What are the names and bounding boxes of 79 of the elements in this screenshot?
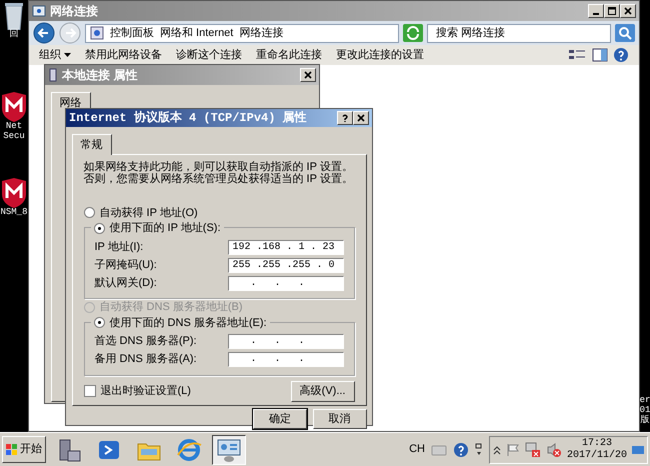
ip-address-field[interactable]: . . . [228,352,344,368]
toolbar-button[interactable]: 重命名此连接 [256,46,322,64]
toolbar-button[interactable]: 禁用此网络设备 [84,46,162,64]
radio-label: 使用下面的 IP 地址(S): [110,221,221,236]
start-button[interactable]: 开始 [2,436,46,463]
ip-address-field[interactable]: . . . [228,334,344,350]
shield-icon [0,92,28,122]
help-icon[interactable] [452,442,469,458]
radio-button[interactable] [94,317,104,328]
shield-icon [0,178,28,208]
close-icon [624,7,632,15]
close-button[interactable] [620,4,636,18]
help-button[interactable] [337,111,353,125]
restore-icon[interactable] [474,442,483,458]
toolbar-button[interactable]: 组织 [39,46,71,64]
network-error-icon[interactable] [524,442,541,458]
toolbar-button[interactable]: 更改此连接的设置 [336,46,424,64]
desktop-icon-label[interactable]: 01 [640,406,650,416]
field-label: 子网掩码(U): [94,258,157,273]
radio-button[interactable] [94,222,104,234]
desktop-icon-label[interactable]: 版 [640,416,650,426]
address-bar[interactable]: 控制面板 网络和 Internet 网络连接 [85,24,399,42]
language-indicator[interactable]: CH [409,441,425,458]
control-panel-icon [90,26,104,40]
radio-button[interactable] [84,207,94,218]
network-adapter-icon [48,68,58,82]
chevron-up-icon[interactable] [492,444,501,454]
checkbox-label: 退出时验证设置(L) [100,384,191,400]
close-icon [357,114,365,122]
back-button[interactable] [33,22,55,44]
search-field[interactable]: 搜索 网络连接 [427,24,611,42]
advanced-button[interactable]: 高级(V)... [290,381,354,402]
network-panel-icon [216,436,242,462]
ip-address-field[interactable]: 255 .255 .255 . 0 [228,258,344,273]
network-icon [32,5,46,17]
speaker-muted-icon[interactable] [546,442,562,458]
desktop-icon-label[interactable]: Secu [3,132,25,142]
browser-icon [176,436,202,462]
ok-button[interactable]: 确定 [253,408,307,430]
refresh-button[interactable] [403,24,423,42]
flag-icon[interactable] [506,442,520,456]
field-label: 首选 DNS 服务器(P): [94,334,197,350]
breadcrumb-item[interactable]: 网络连接 [239,24,284,42]
toolbar-button[interactable]: 诊断这个连接 [176,46,242,64]
cancel-button[interactable]: 取消 [312,408,366,430]
desktop-icon-label[interactable]: er [640,396,650,406]
maximize-icon [608,7,616,15]
field-label: 默认网关(D): [94,276,157,291]
field-label: 备用 DNS 服务器(A): [94,352,197,368]
close-icon [304,71,312,79]
field-label: IP 地址(I): [94,240,144,255]
breadcrumb-item[interactable]: 网络和 Internet [160,24,234,42]
radio-label: 自动获得 DNS 服务器地址(B) [100,300,242,316]
search-icon[interactable] [615,24,635,42]
tab[interactable]: 常规 [72,134,112,155]
help-icon [341,114,349,122]
checkbox[interactable] [84,385,96,398]
windows-logo-icon [6,444,18,456]
desktop-icon-label[interactable]: 回 [10,30,18,40]
breadcrumb-item[interactable]: 控制面板 [110,24,154,42]
preview-pane-icon[interactable] [592,48,608,62]
taskbar-app-button[interactable] [212,434,246,464]
description-text: 如果网络支持此功能，则可以获取自动指派的 IP 设置。否则，您需要从网络系统管理员处获得适当的 IP 设置。 [84,160,354,185]
radio-label: 使用下面的 DNS 服务器地址(E): [110,316,267,331]
view-options-icon[interactable] [568,48,586,62]
ip-address-field[interactable]: . . . [228,276,344,291]
dialog-title: 本地连接 属性 [62,67,138,84]
maximize-button[interactable] [604,4,620,18]
desktop-icon-label[interactable]: NSM_8 [0,208,28,218]
radio-label: 自动获得 IP 地址(O) [100,206,198,221]
close-button[interactable] [300,68,316,82]
caret-icon [64,53,71,57]
recycle-bin-icon [3,0,25,30]
ip-address-field[interactable]: 192 .168 . 1 . 23 [228,240,344,255]
minimize-button[interactable] [588,4,604,18]
close-button[interactable] [353,111,369,125]
help-icon[interactable] [613,47,629,63]
desktop-icon-label[interactable]: Net [6,122,22,132]
window-title: 网络连接 [50,3,98,20]
